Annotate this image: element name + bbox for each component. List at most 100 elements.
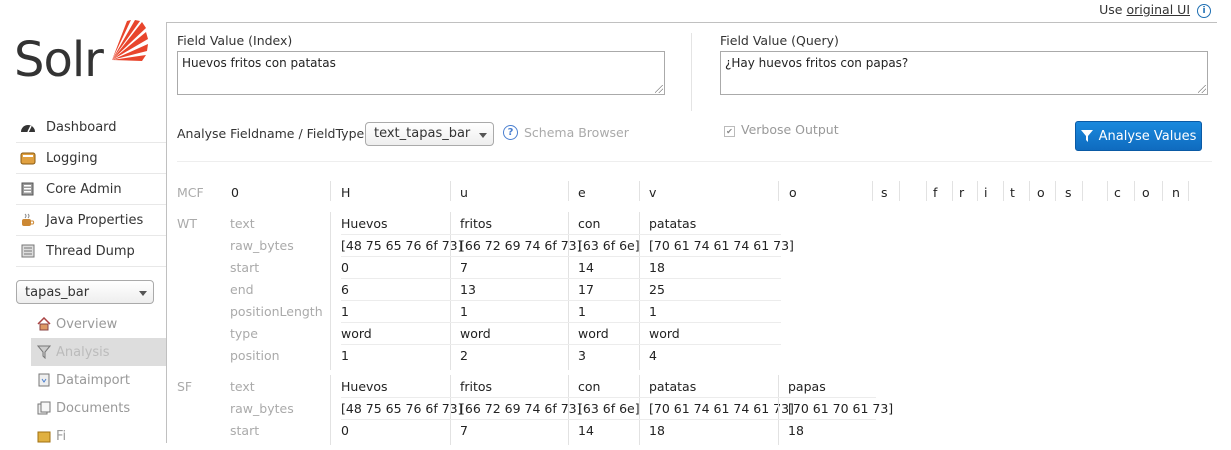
column-divider	[1082, 181, 1083, 201]
form-divider	[177, 161, 1212, 162]
core-menu-item-overview[interactable]: Overview	[31, 310, 166, 338]
token-value: 25	[649, 282, 665, 297]
verbose-checkbox[interactable]: ✔	[724, 126, 735, 137]
column-divider	[639, 212, 640, 370]
char-token: o	[789, 185, 797, 200]
nav-item-label: Dashboard	[46, 119, 117, 135]
token-value: 18	[649, 423, 665, 438]
help-icon[interactable]: ?	[503, 125, 518, 140]
query-value-textarea[interactable]: ¿Hay huevos fritos con papas?	[720, 51, 1208, 95]
attr-label-type: type	[230, 326, 258, 341]
char-token: s	[1065, 185, 1072, 200]
logging-icon	[20, 151, 36, 165]
window-resize-icon[interactable]	[1221, 422, 1231, 432]
char-token: n	[1172, 185, 1180, 200]
resize-grip-icon[interactable]	[655, 85, 663, 93]
token-value: [63 6f 6e]	[578, 401, 640, 416]
nav-item-dashboard[interactable]: Dashboard	[16, 112, 166, 143]
row-divider	[341, 344, 781, 345]
schema-browser-link[interactable]: Schema Browser	[524, 125, 629, 140]
files-icon	[37, 429, 51, 443]
token-value: Huevos	[341, 216, 388, 231]
char-token: v	[649, 185, 657, 200]
column-divider	[330, 212, 331, 370]
char-token: 0	[231, 185, 239, 200]
token-value: Huevos	[341, 379, 388, 394]
core-menu-item-analysis[interactable]: Analysis	[31, 338, 166, 366]
column-divider	[977, 181, 978, 201]
funnel-icon	[1080, 130, 1093, 142]
row-divider	[341, 300, 781, 301]
char-token: t	[1010, 185, 1015, 200]
query-field-label: Field Value (Query)	[720, 33, 839, 48]
verbose-output-label: Verbose Output	[741, 122, 839, 137]
attr-label-end: end	[230, 282, 254, 297]
home-icon	[37, 316, 51, 331]
info-icon[interactable]: i	[1197, 3, 1211, 18]
dashboard-icon	[20, 120, 36, 134]
fieldtype-select[interactable]: text_tapas_bar	[365, 122, 494, 146]
char-token: i	[984, 185, 988, 200]
token-value: 1	[649, 304, 657, 319]
analyse-values-button[interactable]: Analyse Values	[1075, 121, 1202, 151]
token-value: [70 61 74 61 74 61 73]	[649, 238, 794, 253]
column-divider	[1107, 181, 1108, 201]
token-value: 18	[788, 423, 804, 438]
column-divider	[450, 375, 451, 445]
token-value: 18	[649, 260, 665, 275]
token-value: 17	[578, 282, 594, 297]
column-divider	[330, 375, 331, 445]
core-menu-item-documents[interactable]: Documents	[31, 394, 166, 422]
nav-item-label: Java Properties	[46, 212, 144, 228]
column-divider	[778, 375, 779, 445]
core-menu-item-dataimport[interactable]: Dataimport	[31, 366, 166, 394]
token-value: 1	[578, 304, 586, 319]
dataimport-icon	[37, 373, 51, 387]
column-divider	[899, 181, 900, 201]
char-token: c	[1114, 185, 1121, 200]
token-value: 7	[460, 260, 468, 275]
core-menu-item-fi[interactable]: Fi	[31, 422, 166, 450]
column-divider	[568, 375, 569, 445]
column-divider	[1029, 181, 1030, 201]
core-selector[interactable]: tapas_bar	[16, 280, 154, 304]
char-token: r	[959, 185, 965, 200]
resize-grip-icon[interactable]	[1198, 85, 1206, 93]
stage-label-mcf: MCF	[177, 185, 204, 200]
nav-item-thread-dump[interactable]: Thread Dump	[16, 236, 166, 267]
fieldtype-value: text_tapas_bar	[374, 126, 471, 141]
stage-label-sf: SF	[177, 379, 193, 394]
char-token: e	[578, 185, 586, 200]
core-selector-value: tapas_bar	[25, 285, 90, 300]
chevron-down-icon	[479, 133, 487, 138]
column-divider	[872, 181, 873, 201]
row-divider	[341, 419, 876, 420]
original-ui-link[interactable]: original UI	[1126, 2, 1190, 17]
attr-label-start: start	[230, 260, 260, 275]
nav-item-java-properties[interactable]: Java Properties	[16, 205, 166, 236]
token-value: 1	[460, 304, 468, 319]
fieldtype-label: Analyse Fieldname / FieldType:	[177, 126, 369, 141]
attr-label-start: start	[230, 423, 260, 438]
nav-item-logging[interactable]: Logging	[16, 143, 166, 174]
main-nav: Dashboard Logging Core Admin Java Propertie…	[16, 112, 166, 267]
nav-item-core-admin[interactable]: Core Admin	[16, 174, 166, 205]
core-admin-icon	[20, 182, 36, 196]
token-value: con	[578, 216, 601, 231]
column-divider	[1188, 181, 1189, 201]
row-divider	[341, 322, 781, 323]
column-divider	[639, 181, 640, 201]
token-value: 14	[578, 260, 594, 275]
solr-logo[interactable]: Solr	[14, 20, 149, 90]
char-token: o	[1037, 185, 1045, 200]
token-value: 2	[460, 348, 468, 363]
column-divider	[568, 181, 569, 201]
index-value-textarea[interactable]: Huevos fritos con patatas	[177, 51, 665, 95]
token-value: con	[578, 379, 601, 394]
thread-dump-icon	[20, 244, 36, 258]
token-value: [66 72 69 74 6f 73]	[460, 238, 582, 253]
analyse-values-label: Analyse Values	[1098, 128, 1197, 144]
token-value: 14	[578, 423, 594, 438]
token-value: 1	[341, 348, 349, 363]
column-divider	[450, 181, 451, 201]
